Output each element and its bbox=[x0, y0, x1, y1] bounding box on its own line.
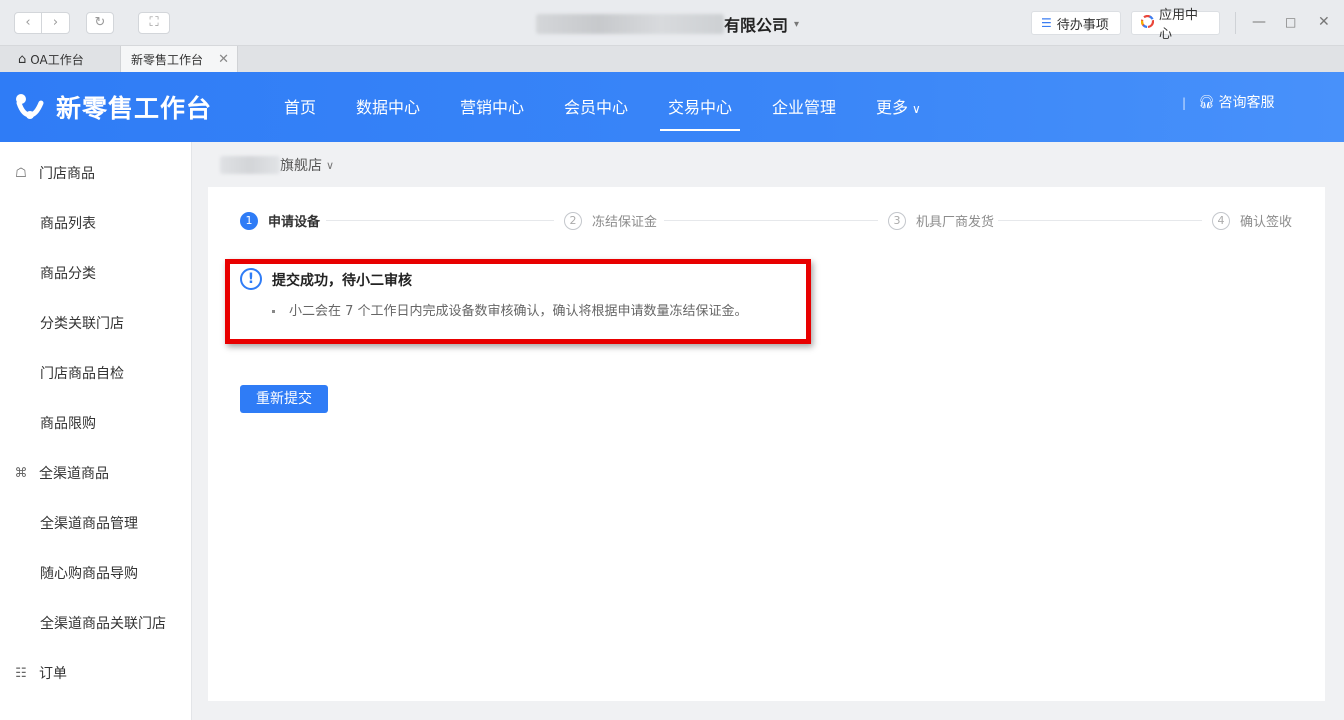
nav-more-label: 更多 bbox=[876, 98, 909, 117]
app-logo[interactable]: 新零售工作台 bbox=[14, 89, 212, 125]
step-number: 1 bbox=[240, 211, 258, 230]
window-titlebar: ‹ › ↻ ⛶ 有限公司 ▾ ☰ 待办事项 应用中心 — □ ✕ bbox=[0, 0, 1344, 46]
caret-down-icon: ▾ bbox=[794, 18, 800, 30]
step-freeze-deposit: 2 冻结保证金 bbox=[564, 211, 657, 230]
todo-button[interactable]: ☰ 待办事项 bbox=[1031, 11, 1121, 35]
chevron-down-icon: ∨ bbox=[912, 102, 921, 116]
nav-more[interactable]: 更多 ∨ bbox=[876, 94, 921, 118]
company-selector[interactable]: 有限公司 ▾ bbox=[536, 12, 799, 36]
app-center-button[interactable]: 应用中心 bbox=[1131, 8, 1220, 42]
tab-oa[interactable]: ⌂ OA工作台 bbox=[8, 46, 118, 72]
consult-label: 咨询客服 bbox=[1218, 95, 1275, 111]
sidebar-item-omnichannel-store-link[interactable]: 全渠道商品关联门店 bbox=[0, 598, 192, 648]
logo-text: 新零售工作台 bbox=[56, 94, 213, 123]
divider bbox=[1235, 12, 1236, 34]
close-tab-icon[interactable]: ✕ bbox=[218, 52, 229, 67]
nav-data-center[interactable]: 数据中心 bbox=[356, 94, 420, 118]
sidebar-item-shopping-guide[interactable]: 随心购商品导购 bbox=[0, 548, 192, 598]
step-number: 3 bbox=[888, 211, 906, 230]
sidebar-item-label: 全渠道商品管理 bbox=[40, 516, 138, 532]
sidebar-item-label: 门店商品自检 bbox=[40, 366, 124, 382]
sidebar-item-store-goods-selfcheck[interactable]: 门店商品自检 bbox=[0, 348, 192, 398]
sidebar-group-omnichannel[interactable]: ⌘ 全渠道商品 bbox=[0, 448, 192, 498]
forward-button[interactable]: › bbox=[42, 12, 70, 34]
checklist-icon: ☰ bbox=[1041, 16, 1052, 30]
step-confirm-receipt: 4 确认签收 bbox=[1212, 211, 1292, 230]
sidebar-item-label: 商品分类 bbox=[40, 266, 96, 282]
sidebar-item-omnichannel-management[interactable]: 全渠道商品管理 bbox=[0, 498, 192, 548]
sidebar-item-label: 订单 bbox=[39, 666, 67, 682]
sidebar-item-goods-category[interactable]: 商品分类 bbox=[0, 248, 192, 298]
sidebar-item-label: 分类关联门店 bbox=[40, 316, 124, 332]
order-icon: ☷ bbox=[15, 665, 27, 681]
app-center-icon bbox=[1140, 14, 1155, 31]
store-name: 旗舰店 bbox=[280, 158, 322, 174]
redacted-company-prefix bbox=[536, 14, 724, 34]
sidebar-item-label: 门店商品 bbox=[39, 166, 95, 182]
divider: | bbox=[1182, 96, 1187, 110]
tab-label: 新零售工作台 bbox=[131, 52, 204, 67]
reload-button[interactable]: ↻ bbox=[86, 12, 114, 34]
sidebar-item-label: 随心购商品导购 bbox=[40, 566, 138, 582]
home-icon: ⌂ bbox=[18, 51, 27, 67]
store-goods-icon: ☖ bbox=[15, 165, 27, 181]
chevron-down-icon: ∨ bbox=[326, 158, 335, 172]
nav-marketing-center[interactable]: 营销中心 bbox=[460, 94, 524, 118]
step-vendor-shipping: 3 机具厂商发货 bbox=[888, 211, 994, 230]
nav-home[interactable]: 首页 bbox=[284, 94, 316, 118]
back-button[interactable]: ‹ bbox=[14, 12, 42, 34]
sidebar-item-label: 全渠道商品 bbox=[39, 466, 109, 482]
sidebar-item-purchase-limit[interactable]: 商品限购 bbox=[0, 398, 192, 448]
sidebar-group-orders[interactable]: ☷ 订单 bbox=[0, 648, 192, 698]
redacted-store-prefix bbox=[220, 156, 280, 174]
sidebar: ☖ 门店商品 商品列表 商品分类 分类关联门店 门店商品自检 商品限购 ⌘ 全渠… bbox=[0, 142, 192, 720]
store-selector[interactable]: 旗舰店 ∨ bbox=[220, 155, 334, 175]
step-label: 申请设备 bbox=[268, 215, 321, 230]
nav-trade-center[interactable]: 交易中心 bbox=[659, 94, 741, 131]
tab-label: OA工作台 bbox=[30, 52, 84, 67]
sidebar-item-goods-list[interactable]: 商品列表 bbox=[0, 198, 192, 248]
step-connector bbox=[664, 220, 878, 221]
nav-enterprise-management[interactable]: 企业管理 bbox=[772, 94, 836, 118]
tab-bar: ⌂ OA工作台 新零售工作台 ✕ bbox=[0, 46, 1344, 72]
minimize-icon[interactable]: — bbox=[1252, 14, 1266, 30]
sidebar-item-label: 商品限购 bbox=[40, 416, 96, 432]
step-connector bbox=[326, 220, 554, 221]
step-label: 确认签收 bbox=[1240, 215, 1293, 230]
step-apply-device: 1 申请设备 bbox=[240, 211, 320, 230]
sidebar-item-label: 商品列表 bbox=[40, 216, 96, 232]
app-center-label: 应用中心 bbox=[1159, 8, 1199, 42]
todo-label: 待办事项 bbox=[1056, 17, 1109, 33]
tab-new-retail[interactable]: 新零售工作台 ✕ bbox=[120, 46, 238, 72]
step-number: 2 bbox=[564, 211, 582, 230]
fullscreen-button[interactable]: ⛶ bbox=[138, 12, 170, 34]
headset-icon: 🎧︎ bbox=[1198, 94, 1215, 110]
step-number: 4 bbox=[1212, 211, 1230, 230]
highlight-frame bbox=[225, 259, 811, 344]
sidebar-group-store-goods[interactable]: ☖ 门店商品 bbox=[0, 148, 192, 198]
close-window-icon[interactable]: ✕ bbox=[1318, 14, 1330, 30]
sidebar-item-category-store-link[interactable]: 分类关联门店 bbox=[0, 298, 192, 348]
omnichannel-icon: ⌘ bbox=[14, 465, 28, 481]
step-label: 机具厂商发货 bbox=[916, 215, 995, 230]
maximize-icon[interactable]: □ bbox=[1285, 15, 1296, 29]
nav-member-center[interactable]: 会员中心 bbox=[564, 94, 628, 118]
resubmit-button[interactable]: 重新提交 bbox=[240, 385, 328, 413]
logo-icon bbox=[14, 91, 46, 123]
consult-support-button[interactable]: 🎧︎ 咨询客服 bbox=[1198, 92, 1275, 112]
sidebar-item-label: 全渠道商品关联门店 bbox=[40, 616, 166, 632]
step-label: 冻结保证金 bbox=[592, 215, 658, 230]
app-header: 新零售工作台 首页 数据中心 营销中心 会员中心 交易中心 企业管理 更多 ∨ |… bbox=[0, 72, 1344, 142]
company-name: 有限公司 bbox=[724, 16, 789, 35]
step-connector bbox=[998, 220, 1202, 221]
